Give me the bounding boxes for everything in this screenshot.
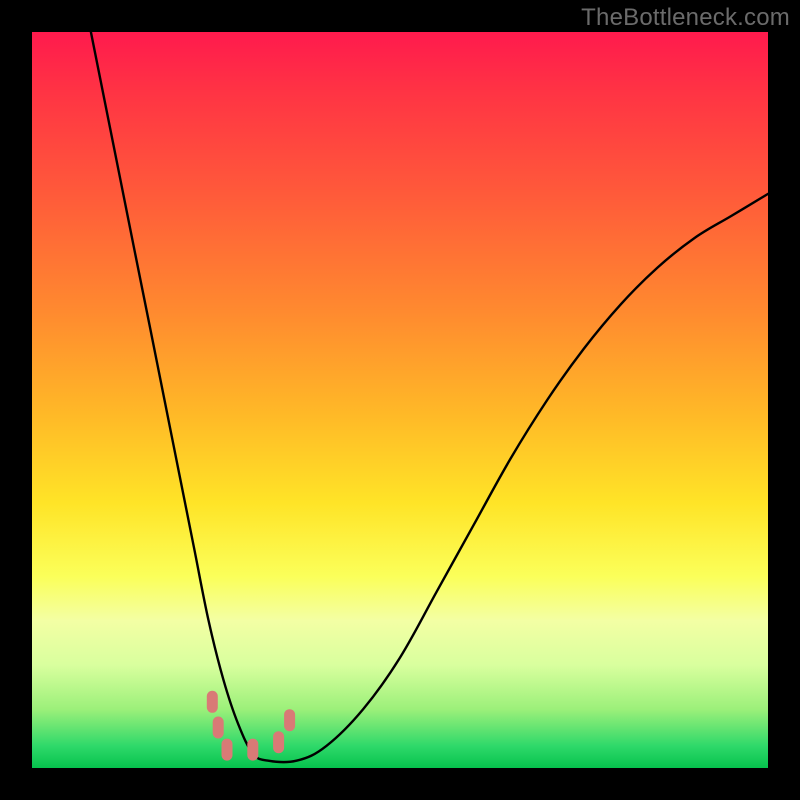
curve-marker	[247, 739, 258, 761]
curve-marker	[213, 717, 224, 739]
plot-area	[32, 32, 768, 768]
curve-marker	[207, 691, 218, 713]
curve-svg	[32, 32, 768, 768]
chart-frame: TheBottleneck.com	[0, 0, 800, 800]
watermark-text: TheBottleneck.com	[581, 4, 790, 32]
curve-marker	[284, 709, 295, 731]
bottleneck-curve-path	[91, 32, 768, 762]
curve-marker	[273, 731, 284, 753]
curve-line	[91, 32, 768, 762]
curve-markers	[207, 691, 295, 761]
curve-marker	[222, 739, 233, 761]
